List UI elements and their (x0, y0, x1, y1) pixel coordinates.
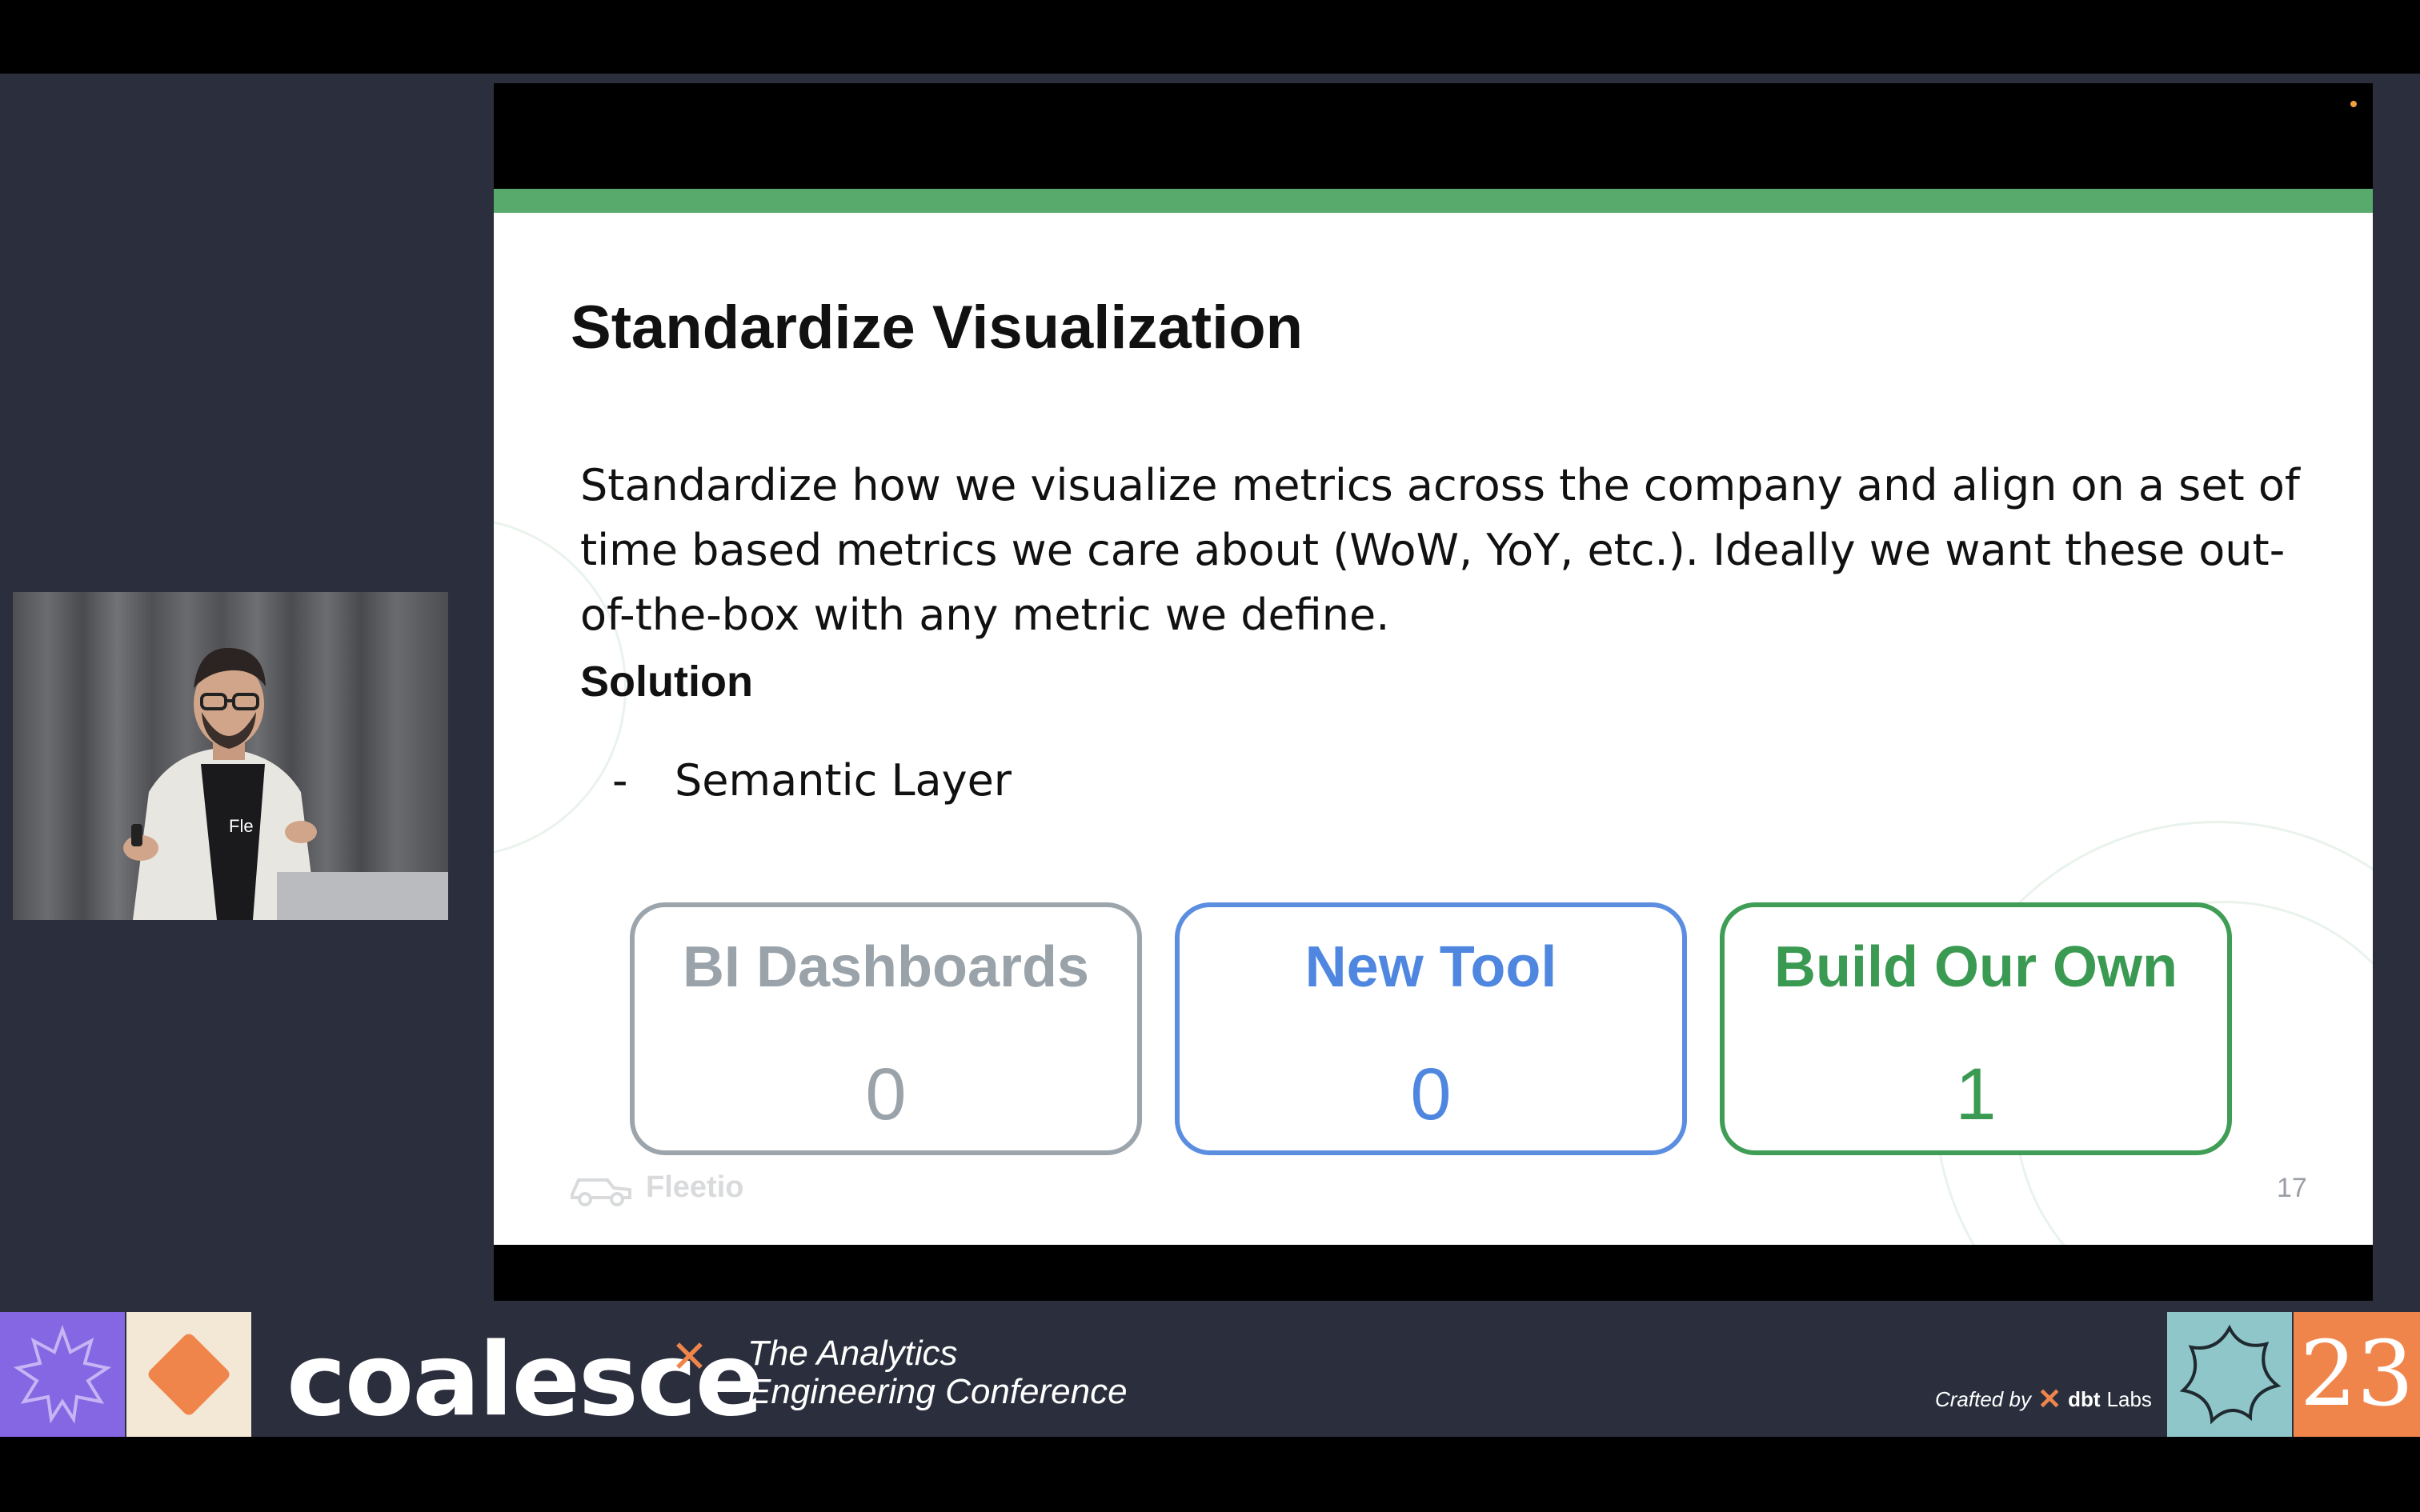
banner-tile-orange: 23 (2294, 1312, 2420, 1437)
banner-tile-cream (126, 1312, 251, 1437)
truck-icon (571, 1178, 631, 1206)
option-count: 0 (1410, 1054, 1452, 1135)
tagline-line-1: The Analytics (747, 1334, 958, 1373)
dbt-logo-icon: ✕ (2037, 1382, 2062, 1415)
year-label: 23 (2299, 1322, 2414, 1426)
slide-title: Standardize Visualization (571, 294, 1304, 362)
blob-star-icon (2179, 1324, 2282, 1425)
option-title: BI Dashboards (682, 935, 1090, 999)
bullet-marker: - (612, 755, 628, 806)
fleetio-logo: Fleetio (567, 1165, 743, 1210)
speaker-shirt-text: Fle (229, 816, 254, 836)
letterbox-bottom (0, 1437, 2420, 1512)
slide-accent-bar (494, 189, 2373, 213)
labs-label: Labs (2106, 1386, 2152, 1411)
fleetio-logo-text: Fleetio (646, 1170, 744, 1204)
option-card-new-tool: New Tool 0 (1175, 902, 1687, 1155)
crafted-by-dbt-labs: Crafted by ✕ dbt Labs (1935, 1382, 2152, 1416)
status-dot (2350, 101, 2357, 107)
presentation-slide: Standardize Visualization Standardize ho… (494, 83, 2373, 1301)
option-title: Build Our Own (1774, 935, 2178, 999)
speaker-image: Fle (13, 592, 448, 920)
banner-tile-teal (2167, 1312, 2292, 1437)
banner-tile-purple (0, 1312, 125, 1437)
bullet-semantic-layer: Semantic Layer (675, 755, 1012, 806)
slide-footer-band (494, 1245, 2373, 1301)
speaker-video-feed: Fle (13, 592, 448, 920)
coalesce-x-icon: ✕ (671, 1331, 708, 1383)
option-card-bi-dashboards: BI Dashboards 0 (630, 902, 1142, 1155)
conference-tagline: The Analytics Engineering Conference (747, 1334, 1128, 1411)
slide-paragraph: Standardize how we visualize metrics acr… (580, 460, 2300, 640)
slide-content: Standardize Visualization Standardize ho… (494, 213, 2373, 1245)
option-title: New Tool (1304, 935, 1557, 999)
crafted-by-label: Crafted by (1935, 1386, 2031, 1411)
solution-heading: Solution (580, 658, 753, 706)
dbt-label: dbt (2068, 1386, 2101, 1411)
slide-header-band (494, 83, 2373, 189)
diamond-icon (148, 1334, 230, 1415)
page-number: 17 (2277, 1173, 2307, 1203)
starburst-icon (13, 1325, 112, 1424)
letterbox-top (0, 0, 2420, 74)
tagline-line-2: Engineering Conference (747, 1372, 1128, 1411)
option-count: 0 (865, 1054, 907, 1135)
option-count: 1 (1955, 1054, 1997, 1135)
option-card-build-our-own: Build Our Own 1 (1720, 902, 2232, 1155)
